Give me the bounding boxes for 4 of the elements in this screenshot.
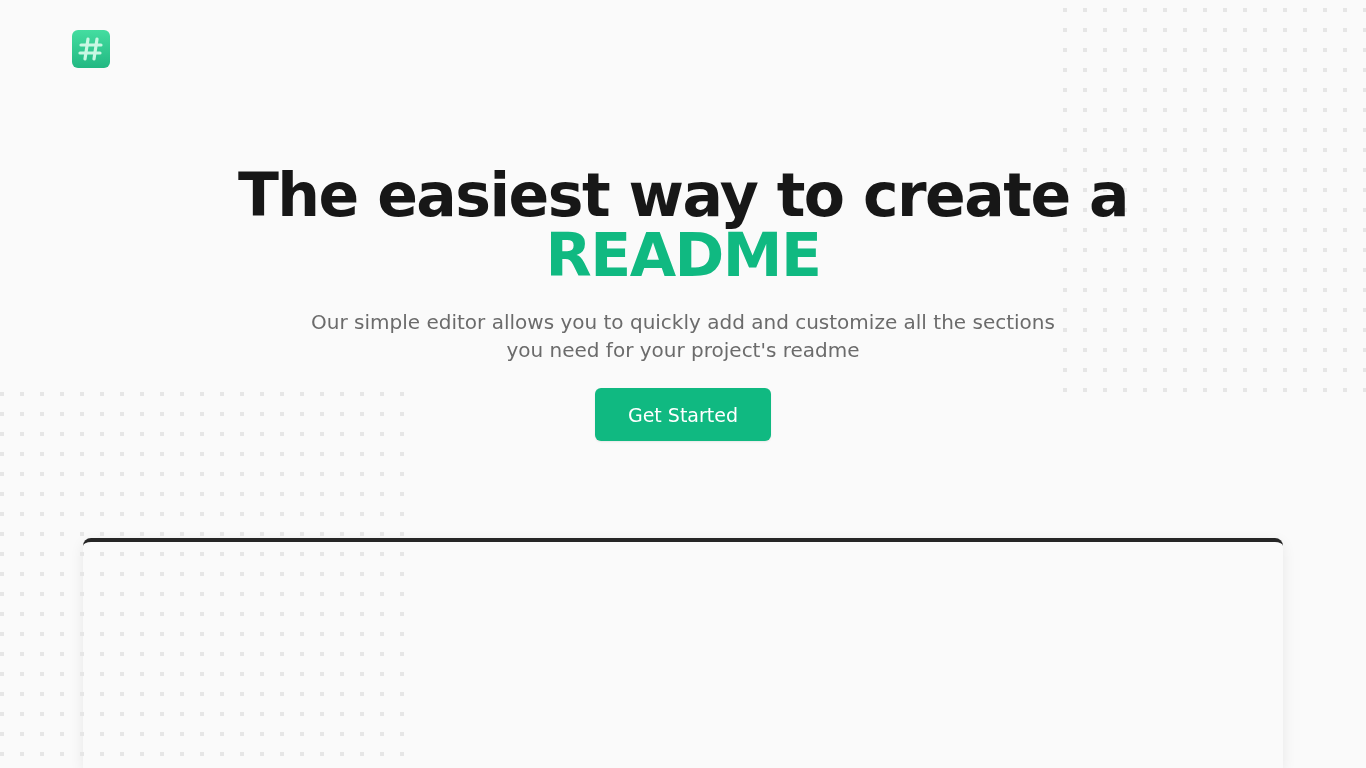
hero-heading: The easiest way to create a README xyxy=(237,165,1129,285)
hash-logo-icon xyxy=(72,30,110,68)
get-started-button[interactable]: Get Started xyxy=(594,388,772,441)
hero-subtitle: Our simple editor allows you to quickly add and customize all the sections you need for your project's readme xyxy=(310,309,1056,364)
